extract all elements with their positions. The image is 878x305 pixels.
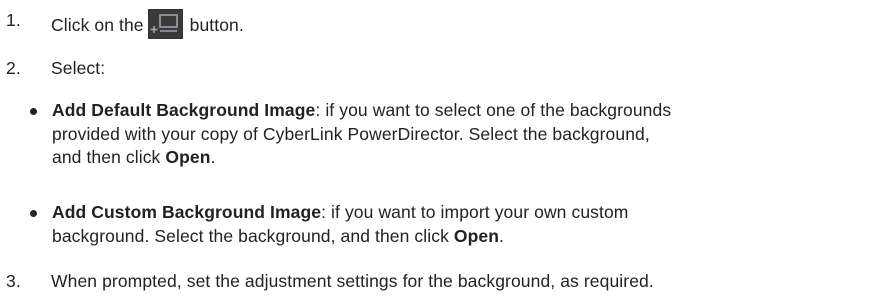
bullet-dot	[30, 108, 37, 115]
bullet-line: background. Select the background, and t…	[52, 225, 832, 249]
bullet-text-part: background. Select the background, and t…	[52, 225, 454, 246]
open-label: Open	[165, 147, 211, 167]
step-text-after: button.	[189, 15, 244, 35]
step-text-before: Click on the	[51, 15, 144, 35]
bullet-line: provided with your copy of CyberLink Pow…	[52, 123, 650, 144]
step-text: When prompted, set the adjustment settin…	[51, 271, 654, 291]
bullet-line: Add Default Background Image: if you wan…	[52, 99, 832, 123]
open-label: Open	[453, 225, 500, 246]
bullet-text: Add Default Background Image: if you wan…	[52, 99, 832, 170]
instruction-document: 1. Click on the button. 2. Select: Add D…	[0, 0, 878, 305]
add-background-button-icon	[147, 9, 183, 39]
bullet-dot	[30, 210, 37, 217]
step-number: 3.	[6, 271, 21, 291]
step-body: Click on the button.	[51, 9, 244, 39]
step-number: 2.	[6, 58, 21, 78]
step-number: 1.	[6, 10, 21, 30]
option-title: Add Custom Background Image	[52, 202, 322, 222]
option-title: Add Default Background Image	[52, 100, 316, 120]
bullet-text-part: .	[499, 225, 505, 246]
option-description: : if you want to select one of the backg…	[315, 100, 672, 120]
bullet-line: Add Custom Background Image: if you want…	[52, 201, 832, 225]
bullet-text-part: .	[210, 147, 216, 167]
bullet-text-part: and then click	[52, 147, 166, 167]
step-text: Select:	[51, 58, 106, 78]
option-description: : if you want to import your own custom	[321, 202, 629, 222]
bullet-text: Add Custom Background Image: if you want…	[52, 201, 832, 248]
bullet-line: and then click Open.	[52, 146, 832, 170]
